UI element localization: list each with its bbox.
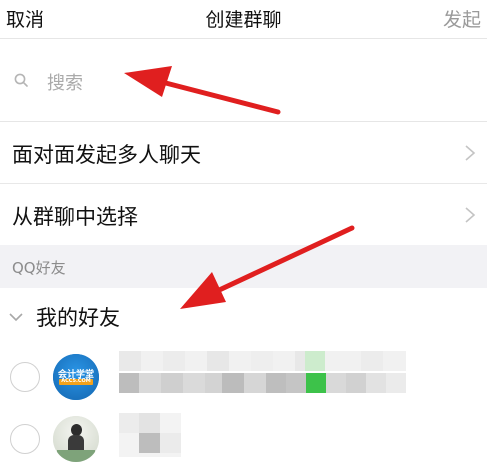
section-header: QQ好友 [0, 245, 487, 288]
navigation-bar: 取消 创建群聊 发起 [0, 0, 487, 39]
friend-name-pixelated [119, 413, 181, 457]
search-placeholder: 搜索 [47, 73, 83, 94]
menu-item-label: 从群聊中选择 [12, 205, 138, 229]
friend-name-pixelated [119, 351, 406, 371]
chevron-down-icon [9, 313, 23, 322]
section-title: QQ好友 [12, 259, 66, 277]
friend-list-item[interactable] [0, 411, 487, 469]
group-label: 我的好友 [36, 306, 120, 330]
friend-list-item[interactable]: 会计学堂 ACC5.COM [0, 349, 487, 407]
avatar: 会计学堂 ACC5.COM [53, 354, 99, 400]
avatar [53, 416, 99, 462]
search-bar[interactable]: 搜索 [0, 39, 487, 122]
select-radio[interactable] [10, 362, 40, 392]
chevron-right-icon [465, 207, 476, 223]
friend-group-header[interactable]: 我的好友 [0, 289, 487, 345]
select-from-group-chat-item[interactable]: 从群聊中选择 [0, 184, 487, 246]
friend-status-pixelated [119, 373, 406, 393]
avatar-logo-sub: ACC5.COM [61, 378, 91, 384]
chevron-right-icon [465, 145, 476, 161]
page-title: 创建群聊 [205, 9, 282, 31]
menu-item-label: 面对面发起多人聊天 [12, 143, 201, 167]
launch-button[interactable]: 发起 [443, 5, 481, 32]
search-icon [14, 73, 28, 87]
face-to-face-group-chat-item[interactable]: 面对面发起多人聊天 [0, 122, 487, 184]
select-radio[interactable] [10, 424, 40, 454]
